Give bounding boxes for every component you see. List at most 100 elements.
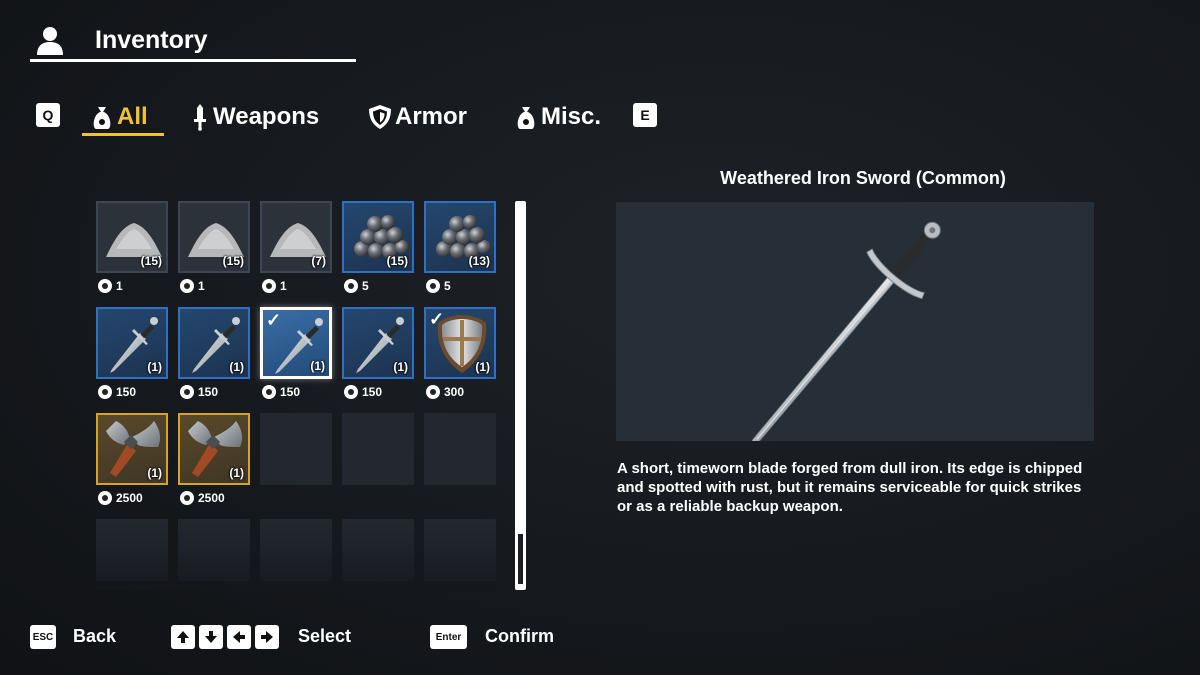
- slot-frame: ✓ (1): [424, 307, 496, 379]
- slot-frame: (1): [96, 413, 168, 485]
- slot-frame: [260, 413, 332, 485]
- slot-frame: (15): [96, 201, 168, 273]
- slot-frame: (1): [178, 307, 250, 379]
- shield-icon: [369, 105, 391, 129]
- empty-slot[interactable]: [260, 413, 332, 485]
- empty-slot[interactable]: [260, 519, 332, 581]
- slot-frame: (7): [260, 201, 332, 273]
- coin-icon: [98, 279, 112, 293]
- slot-frame: (15): [178, 201, 250, 273]
- item-price: 2500: [98, 490, 143, 506]
- slot-frame: (1): [96, 307, 168, 379]
- item-quantity: (1): [147, 360, 162, 374]
- inventory-slot[interactable]: (13) 5: [424, 201, 496, 293]
- inventory-slot-selected[interactable]: ✓ (1) 150: [260, 307, 332, 399]
- item-price-value: 1: [198, 279, 205, 293]
- slot-frame: [260, 519, 332, 581]
- item-price-value: 1: [280, 279, 287, 293]
- inventory-slot[interactable]: (15) 1: [178, 201, 250, 293]
- item-quantity: (7): [311, 254, 326, 268]
- item-price: 1: [262, 278, 287, 294]
- empty-slot[interactable]: [178, 519, 250, 581]
- item-price-value: 150: [280, 385, 301, 399]
- tab-weapons[interactable]: Weapons: [190, 98, 319, 136]
- arrow-up-icon: [171, 625, 195, 649]
- inventory-slot[interactable]: (15) 5: [342, 201, 414, 293]
- inventory-slot[interactable]: (1) 150: [342, 307, 414, 399]
- coin-icon: [426, 279, 440, 293]
- item-price: 150: [180, 384, 218, 400]
- page-title: Inventory: [95, 26, 208, 54]
- tab-weapons-label: Weapons: [213, 103, 320, 130]
- inventory-grid: (15) 1 (15) 1 (7) 1 (15) 5 (13) 5 (1) 15…: [96, 201, 496, 581]
- item-detail-title: Weathered Iron Sword (Common): [720, 168, 1006, 188]
- empty-slot[interactable]: [342, 519, 414, 581]
- empty-slot[interactable]: [424, 413, 496, 485]
- item-quantity: (1): [475, 360, 490, 374]
- item-preview: [616, 202, 1094, 455]
- back-label: Back: [73, 626, 117, 646]
- inventory-slot[interactable]: (1) 2500: [178, 413, 250, 505]
- slot-frame: (1): [342, 307, 414, 379]
- sword-icon: [194, 104, 206, 131]
- slot-frame: [342, 413, 414, 485]
- coin-icon: [262, 385, 276, 399]
- inventory-slot[interactable]: (1) 150: [178, 307, 250, 399]
- tab-armor[interactable]: Armor: [368, 98, 467, 136]
- item-quantity: (1): [310, 359, 325, 373]
- equipped-check-icon: ✓: [266, 310, 282, 330]
- inventory-slot[interactable]: ✓ (1) 300: [424, 307, 496, 399]
- item-quantity: (13): [468, 254, 490, 268]
- select-label: Select: [298, 626, 352, 646]
- item-price-value: 150: [362, 385, 383, 399]
- inventory-slot[interactable]: (1) 2500: [96, 413, 168, 505]
- inventory-slot[interactable]: (7) 1: [260, 201, 332, 293]
- item-quantity: (15): [140, 254, 162, 268]
- inventory-scrollbar[interactable]: [515, 201, 526, 590]
- item-price-value: 2500: [198, 491, 225, 505]
- coin-icon: [180, 385, 194, 399]
- item-price: 1: [180, 278, 205, 294]
- item-quantity: (1): [229, 466, 244, 480]
- item-quantity: (15): [386, 254, 408, 268]
- scrollbar-thumb[interactable]: [518, 534, 523, 584]
- next-tab-key[interactable]: E: [633, 103, 657, 127]
- arrow-right-icon: [255, 625, 279, 649]
- tab-all[interactable]: All: [90, 98, 148, 136]
- user-icon: [37, 27, 63, 55]
- item-price-value: 150: [198, 385, 219, 399]
- confirm-label: Confirm: [485, 626, 554, 646]
- coin-icon: [262, 279, 276, 293]
- item-price-value: 5: [444, 279, 451, 293]
- sword-preview-image: [743, 221, 941, 455]
- enter-key[interactable]: Enter: [430, 625, 467, 649]
- esc-key[interactable]: ESC: [30, 625, 56, 649]
- bag-icon: [517, 107, 535, 129]
- item-price-value: 1: [116, 279, 123, 293]
- empty-slot[interactable]: [424, 519, 496, 581]
- item-quantity: (1): [393, 360, 408, 374]
- item-quantity: (1): [229, 360, 244, 374]
- coin-icon: [426, 385, 440, 399]
- active-tab-indicator: [82, 133, 164, 136]
- empty-slot[interactable]: [342, 413, 414, 485]
- item-price-value: 300: [444, 385, 465, 399]
- empty-slot[interactable]: [96, 519, 168, 581]
- coin-icon: [98, 385, 112, 399]
- arrow-left-icon: [227, 625, 251, 649]
- bag-icon: [93, 107, 111, 129]
- coin-icon: [180, 491, 194, 505]
- coin-icon: [344, 385, 358, 399]
- tab-misc[interactable]: Misc.: [514, 98, 601, 136]
- prev-tab-key[interactable]: Q: [36, 103, 60, 127]
- item-description: A short, timeworn blade forged from dull…: [617, 460, 1083, 515]
- item-price: 5: [426, 278, 451, 294]
- item-price: 300: [426, 384, 464, 400]
- inventory-slot[interactable]: (1) 150: [96, 307, 168, 399]
- slot-frame: [178, 519, 250, 581]
- item-price-value: 2500: [116, 491, 143, 505]
- item-price: 150: [98, 384, 136, 400]
- tab-all-label: All: [117, 103, 148, 130]
- item-price: 150: [262, 384, 300, 400]
- inventory-slot[interactable]: (15) 1: [96, 201, 168, 293]
